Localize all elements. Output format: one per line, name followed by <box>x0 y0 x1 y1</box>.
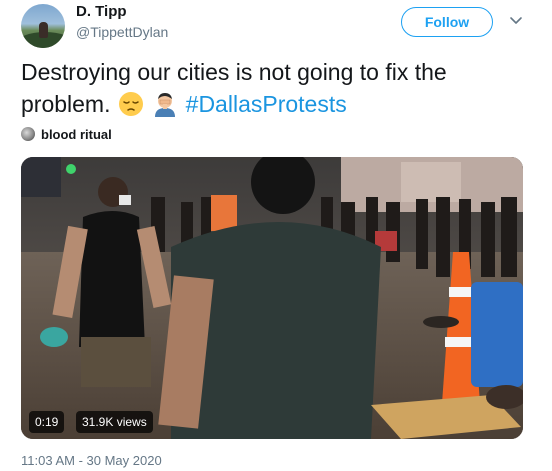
pensive-face-emoji <box>118 92 143 116</box>
chevron-down-icon[interactable] <box>509 13 523 27</box>
tweet-text: Destroying our cities is not going to fi… <box>21 56 536 120</box>
tweet-line-1: Destroying our cities is not going to fi… <box>21 59 447 85</box>
profile-avatar[interactable] <box>21 4 65 48</box>
person-facepalming-emoji <box>155 93 176 117</box>
media-attribution[interactable]: blood ritual <box>21 126 112 142</box>
user-handle[interactable]: @TippettDylan <box>76 24 168 40</box>
tweet-line-2-text: problem. <box>21 91 111 117</box>
tweet-line-2: problem. #DallasProtests <box>21 88 536 120</box>
display-name[interactable]: D. Tipp <box>76 3 127 20</box>
attribution-avatar <box>21 127 35 141</box>
tweet-timestamp[interactable]: 11:03 AM - 30 May 2020 <box>21 453 162 468</box>
follow-button[interactable]: Follow <box>401 7 493 37</box>
hashtag-link[interactable]: #DallasProtests <box>186 91 347 117</box>
video-player[interactable]: 0:19 31.9K views <box>21 157 523 439</box>
video-views: 31.9K views <box>76 411 153 433</box>
attribution-name: blood ritual <box>41 126 112 142</box>
video-frame <box>21 157 523 439</box>
video-duration: 0:19 <box>29 411 65 433</box>
